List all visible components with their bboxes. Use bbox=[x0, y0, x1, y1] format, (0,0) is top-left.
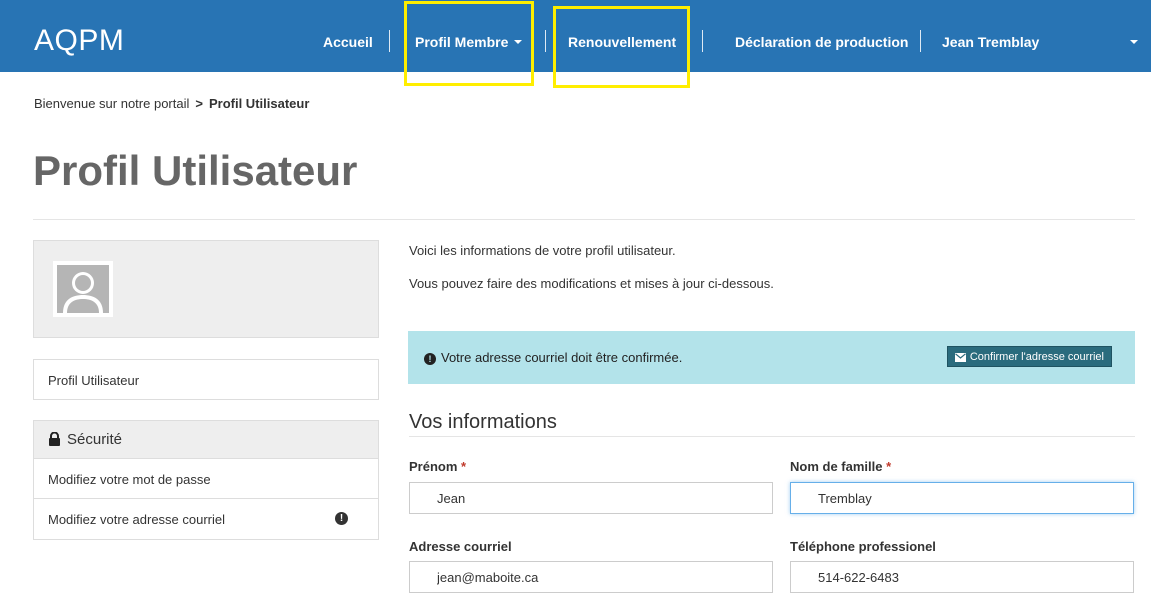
nav-accueil[interactable]: Accueil bbox=[323, 34, 373, 50]
required-marker: * bbox=[461, 459, 467, 474]
page-title: Profil Utilisateur bbox=[33, 147, 358, 194]
alert-message: ! Votre adresse courriel doit être confir… bbox=[424, 350, 682, 365]
nav-user-menu[interactable]: Jean Tremblay bbox=[942, 34, 1039, 50]
security-heading-label: Sécurité bbox=[67, 431, 123, 448]
sidebar-item-label: Modifiez votre mot de passe bbox=[48, 472, 211, 487]
sidebar-item-change-password[interactable]: Modifiez votre mot de passe bbox=[34, 459, 378, 499]
title-divider bbox=[33, 219, 1135, 220]
alert-message-text: Votre adresse courriel doit être confirm… bbox=[441, 350, 683, 365]
prenom-label: Prénom * bbox=[409, 459, 466, 474]
nav-separator bbox=[920, 30, 921, 52]
caret-down-icon[interactable] bbox=[1130, 40, 1138, 44]
confirm-email-button-label: Confirmer l'adresse courriel bbox=[969, 351, 1104, 363]
exclamation-circle-icon: ! bbox=[424, 353, 436, 365]
section-divider bbox=[409, 436, 1135, 437]
intro-text-2: Vous pouvez faire des modifications et m… bbox=[409, 276, 774, 291]
highlight-box-renouvellement bbox=[553, 6, 690, 88]
prenom-input[interactable] bbox=[409, 482, 773, 514]
courriel-label: Adresse courriel bbox=[409, 539, 512, 554]
nav-declaration-production[interactable]: Déclaration de production bbox=[735, 34, 908, 50]
envelope-icon bbox=[954, 349, 966, 370]
lock-icon bbox=[48, 431, 61, 450]
avatar-panel bbox=[33, 240, 379, 338]
sidebar-item-profil-utilisateur[interactable]: Profil Utilisateur bbox=[33, 359, 379, 400]
sidebar-item-change-email[interactable]: Modifiez votre adresse courriel ! bbox=[34, 499, 378, 540]
breadcrumb: Bienvenue sur notre portail > Profil Utili… bbox=[34, 96, 309, 111]
highlight-box-profil-membre bbox=[404, 1, 534, 86]
nav-separator bbox=[545, 30, 546, 52]
breadcrumb-current: Profil Utilisateur bbox=[208, 96, 310, 111]
nom-famille-label: Nom de famille * bbox=[790, 459, 891, 474]
intro-text-1: Voici les informations de votre profil u… bbox=[409, 243, 676, 258]
nav-separator bbox=[389, 30, 390, 52]
nom-famille-label-text: Nom de famille bbox=[790, 459, 883, 474]
security-heading: Sécurité bbox=[34, 421, 378, 459]
email-input[interactable] bbox=[409, 561, 773, 593]
avatar bbox=[53, 261, 113, 317]
confirm-email-button[interactable]: Confirmer l'adresse courriel bbox=[946, 346, 1112, 370]
sidebar-item-label: Modifiez votre adresse courriel bbox=[48, 512, 226, 527]
email-confirmation-alert: ! Votre adresse courriel doit être confir… bbox=[408, 331, 1135, 384]
user-placeholder-icon bbox=[53, 261, 113, 317]
section-title-vos-informations: Vos informations bbox=[409, 411, 557, 433]
security-panel: Sécurité Modifiez votre mot de passe Mod… bbox=[33, 420, 379, 540]
breadcrumb-home[interactable]: Bienvenue sur notre portail bbox=[34, 96, 189, 111]
exclamation-circle-icon: ! bbox=[335, 512, 348, 525]
required-marker: * bbox=[886, 459, 892, 474]
telephone-label: Téléphone professionel bbox=[790, 539, 936, 554]
breadcrumb-separator: > bbox=[195, 96, 203, 111]
brand-logo[interactable]: AQPM bbox=[34, 26, 124, 56]
nom-famille-input[interactable] bbox=[790, 482, 1134, 514]
telephone-input[interactable] bbox=[790, 561, 1134, 593]
nav-separator bbox=[702, 30, 703, 52]
prenom-label-text: Prénom bbox=[409, 459, 458, 474]
